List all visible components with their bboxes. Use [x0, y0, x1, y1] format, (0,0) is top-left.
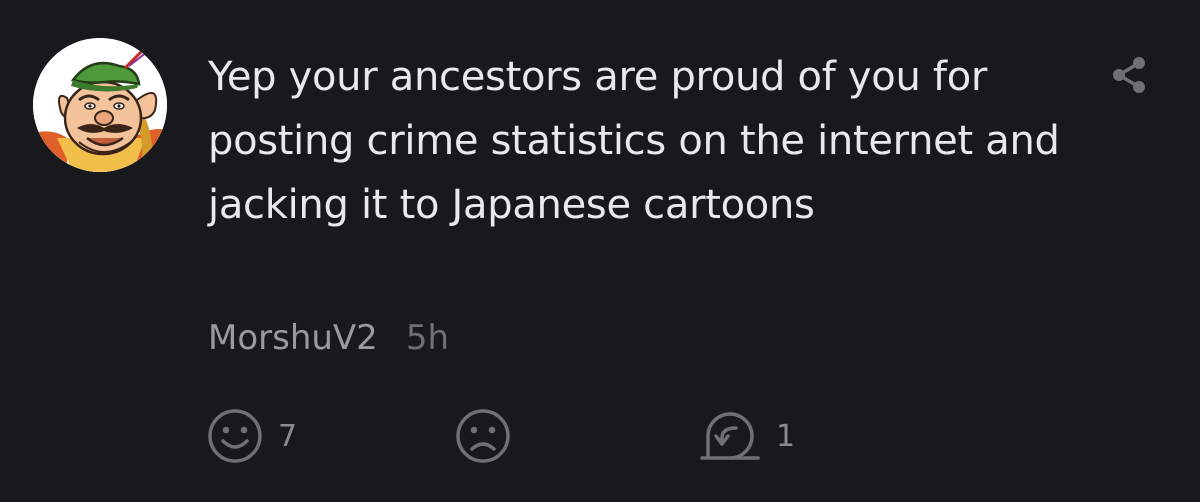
- reply-button[interactable]: 1: [698, 406, 795, 466]
- reply-count: 1: [776, 418, 796, 454]
- avatar-image: [33, 38, 167, 172]
- share-icon: [1113, 57, 1145, 93]
- like-button[interactable]: 7: [206, 406, 297, 466]
- comment-meta: MorshuV2 5h: [208, 318, 449, 358]
- comment-actions: 7 1: [206, 406, 906, 466]
- share-button[interactable]: [1104, 50, 1154, 100]
- smiley-face-icon: [208, 409, 262, 463]
- avatar[interactable]: [33, 38, 167, 172]
- timestamp: 5h: [405, 318, 450, 358]
- like-count: 7: [278, 418, 298, 454]
- author-name[interactable]: MorshuV2: [208, 318, 378, 358]
- dislike-button[interactable]: [454, 406, 512, 466]
- reply-icon: [700, 412, 760, 460]
- comment-text: Yep your ancestors are proud of you for …: [208, 54, 1060, 228]
- comment-card: Yep your ancestors are proud of you for …: [0, 0, 1200, 502]
- frown-face-icon: [456, 409, 510, 463]
